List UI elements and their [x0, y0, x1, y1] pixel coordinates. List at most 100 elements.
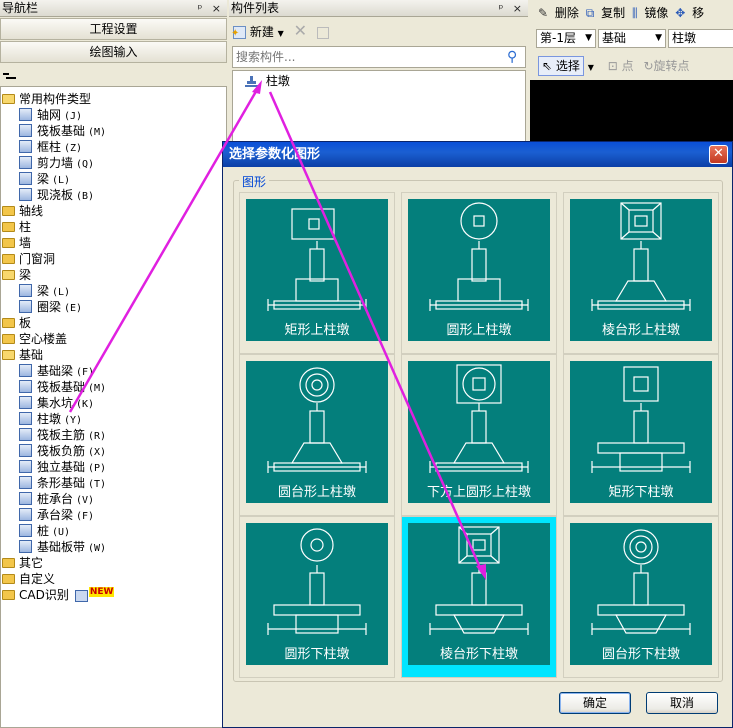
tree-item[interactable]: 筏板基础 (M): [19, 123, 106, 139]
tree-item[interactable]: 基础: [2, 347, 43, 363]
new-button[interactable]: 新建: [250, 25, 274, 39]
tree-item-label: 其它: [19, 556, 44, 570]
tree-item[interactable]: 板: [2, 315, 31, 331]
elevation-view: [429, 565, 529, 635]
drawing-canvas[interactable]: [530, 80, 733, 142]
elevation-view: [267, 403, 367, 473]
category-value: 基础: [602, 31, 627, 45]
tree-item-label: 集水坑: [37, 396, 74, 410]
tree-item[interactable]: 剪力墙 (Q): [19, 155, 94, 171]
nav-pin-close-icon[interactable]: ᵖ ×: [198, 1, 224, 17]
rotate-point-button[interactable]: ↻旋转点: [643, 59, 689, 73]
tree-item[interactable]: 条形基础 (T): [19, 475, 106, 491]
ok-button[interactable]: 确定: [559, 692, 631, 714]
tree-item[interactable]: CAD识别 NEW: [2, 587, 115, 603]
raft-rebar-icon: [19, 428, 32, 441]
search-icon[interactable]: ⚲: [507, 49, 523, 65]
select-button[interactable]: ⇖ 选择: [538, 56, 584, 76]
project-settings-button[interactable]: 工程设置: [0, 18, 227, 40]
tree-item[interactable]: 筏板主筋 (R): [19, 427, 106, 443]
shape-option[interactable]: 圆台形上柱墩: [239, 354, 395, 516]
shape-label: 矩形下柱墩: [608, 485, 674, 500]
mirror-tool-icon: ⫼: [631, 6, 638, 20]
cap-beam-icon: [19, 508, 32, 521]
nav-titlebar: 导航栏 ᵖ ×: [0, 0, 227, 17]
component-toolbar: ✦ 新建 ▼ ✕: [231, 20, 329, 42]
plan-view: [623, 366, 659, 402]
shape-option[interactable]: 矩形上柱墩: [239, 192, 395, 354]
tree-item[interactable]: 筏板负筋 (X): [19, 443, 106, 459]
cancel-button[interactable]: 取消: [646, 692, 718, 714]
shape-group-label: 图形: [239, 173, 270, 190]
list-item-label: 柱墩: [265, 74, 290, 88]
search-input[interactable]: [233, 47, 495, 67]
tree-item[interactable]: 桩 (U): [19, 523, 70, 539]
shape-preview: 圆台形下柱墩: [570, 523, 712, 665]
tree-item[interactable]: 筏板基础 (M): [19, 379, 106, 395]
tree-item[interactable]: 桩承台 (V): [19, 491, 94, 507]
tree-item-label: 梁: [19, 268, 32, 282]
shape-option[interactable]: 圆台形下柱墩: [563, 516, 719, 678]
tree-item[interactable]: 梁 (L): [19, 171, 70, 187]
tree-item-label: 柱: [19, 220, 32, 234]
tree-item[interactable]: 现浇板 (B): [19, 187, 94, 203]
tree-item[interactable]: 柱: [2, 219, 31, 235]
tree-item[interactable]: 梁: [2, 267, 31, 283]
draw-input-button[interactable]: 绘图输入: [0, 41, 227, 63]
tree-item[interactable]: 承台梁 (F): [19, 507, 94, 523]
shape-option[interactable]: 圆形下柱墩: [239, 516, 395, 678]
delete-icon[interactable]: ✕: [294, 21, 307, 40]
tree-item[interactable]: 梁 (L): [19, 283, 70, 299]
tree-item-label: 筏板主筋: [37, 428, 86, 442]
hotkey-label: (K): [76, 399, 95, 410]
list-item[interactable]: 柱墩: [245, 73, 290, 89]
component-list: 柱墩: [232, 70, 526, 142]
select-dropdown-icon[interactable]: ▼: [588, 63, 594, 72]
tree-item[interactable]: 柱墩 (Y): [19, 411, 82, 427]
floor-select[interactable]: 第-1层 ▼: [536, 29, 596, 48]
plan-view: [300, 528, 334, 562]
delete-button[interactable]: 删除: [552, 3, 582, 23]
shape-option[interactable]: 矩形下柱墩: [563, 354, 719, 516]
folder-icon: [2, 253, 15, 264]
tree-item[interactable]: 轴网 (J): [19, 107, 82, 123]
tree-item[interactable]: 框柱 (Z): [19, 139, 82, 155]
hotkey-label: (T): [88, 479, 107, 490]
category-select[interactable]: 基础 ▼: [598, 29, 666, 48]
tree-item[interactable]: 墙: [2, 235, 31, 251]
tree-item[interactable]: 圈梁 (E): [19, 299, 82, 315]
shape-option[interactable]: 棱台形下柱墩: [401, 516, 557, 678]
slab-icon: [19, 188, 32, 201]
tree-item[interactable]: 空心楼盖: [2, 331, 67, 347]
elevation-view: [591, 403, 691, 473]
folder-icon: [2, 317, 15, 328]
tree-item-label: 门窗洞: [19, 252, 56, 266]
tree-item[interactable]: 自定义: [2, 571, 55, 587]
copy-icon[interactable]: [316, 26, 329, 39]
tree-item[interactable]: 其它: [2, 555, 43, 571]
component-pin-close-icon[interactable]: ᵖ ×: [499, 1, 525, 17]
tree-item[interactable]: 集水坑 (K): [19, 395, 94, 411]
tree-item[interactable]: 门窗洞: [2, 251, 55, 267]
tree-item[interactable]: 常用构件类型: [2, 91, 91, 107]
shape-option[interactable]: 下方上圆形上柱墩: [401, 354, 557, 516]
copy-button[interactable]: 复制: [598, 3, 628, 23]
tree-item[interactable]: 基础板带 (W): [19, 539, 106, 555]
shape-label: 圆形下柱墩: [284, 647, 350, 662]
point-button[interactable]: ⊡ 点: [608, 59, 634, 73]
close-icon[interactable]: ✕: [709, 145, 728, 164]
tree-item[interactable]: 基础梁 (F): [19, 363, 94, 379]
shape-option[interactable]: 圆形上柱墩: [401, 192, 557, 354]
tree-item-label: 梁: [37, 172, 50, 186]
plan-view: [458, 526, 500, 564]
tree-item[interactable]: 独立基础 (P): [19, 459, 106, 475]
shape-label: 圆台形上柱墩: [277, 485, 356, 500]
new-dropdown-icon[interactable]: ▼: [278, 29, 284, 38]
collapse-icon[interactable]: [3, 71, 17, 81]
tree-item[interactable]: 轴线: [2, 203, 43, 219]
mirror-button[interactable]: 镜像: [641, 3, 671, 23]
move-button[interactable]: 移: [689, 3, 707, 23]
shape-option[interactable]: 棱台形上柱墩: [563, 192, 719, 354]
tree-item-label: 筏板基础: [37, 124, 86, 138]
type-select[interactable]: 柱墩: [668, 29, 733, 48]
